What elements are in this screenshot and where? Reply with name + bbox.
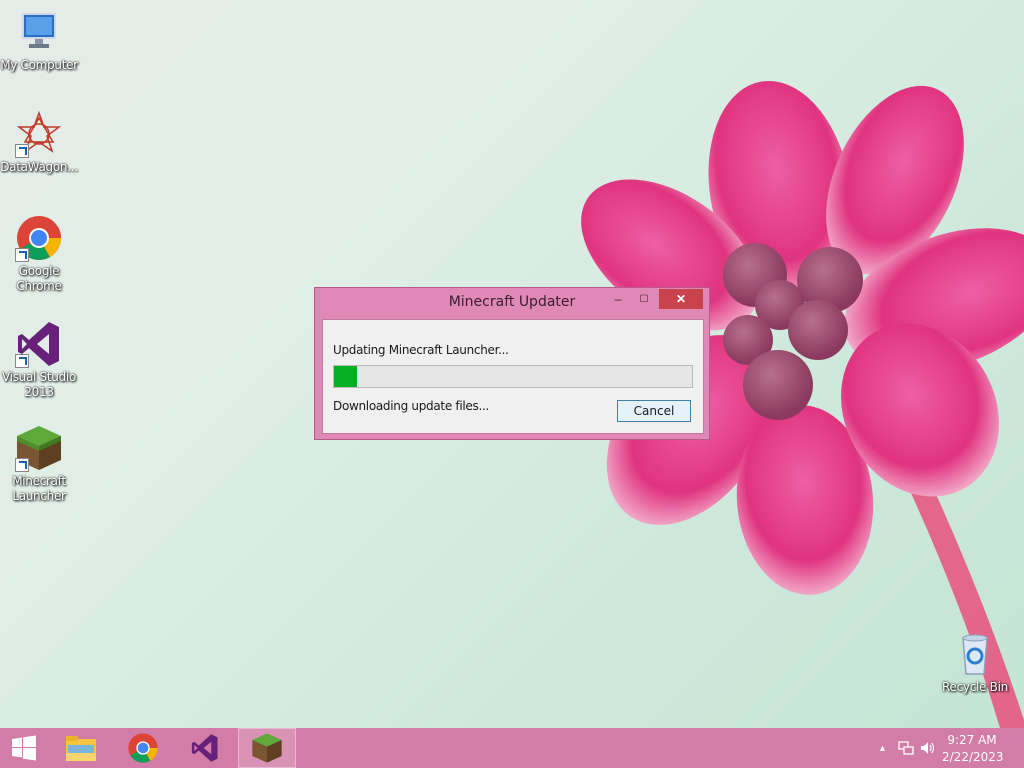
close-icon: ✕ xyxy=(675,292,687,306)
maximize-button[interactable]: ☐ xyxy=(631,289,657,309)
recycle-bin-icon xyxy=(951,630,999,678)
desktop-icon-label: Minecraft Launcher xyxy=(12,474,66,503)
taskbar-file-explorer[interactable] xyxy=(52,728,110,768)
desktop-icon-label: Visual Studio 2013 xyxy=(2,370,76,399)
dialog-content: Updating Minecraft Launcher... Downloadi… xyxy=(322,319,704,434)
computer-icon xyxy=(15,8,63,56)
minimize-icon: ‒ xyxy=(614,292,622,306)
download-status-label: Downloading update files... xyxy=(333,399,489,413)
update-progress-bar xyxy=(333,365,693,388)
taskbar-google-chrome[interactable] xyxy=(114,728,172,768)
desktop-icon-label: Google Chrome xyxy=(16,264,62,293)
shortcut-arrow-icon xyxy=(15,458,29,472)
chrome-icon xyxy=(128,733,158,763)
minimize-button[interactable]: ‒ xyxy=(605,289,631,309)
clock-date[interactable]: 2/22/2023 xyxy=(942,750,1004,764)
visual-studio-icon xyxy=(191,734,218,762)
show-hidden-icons-chevron-icon[interactable]: ▲ xyxy=(878,743,887,753)
visual-studio-icon xyxy=(15,320,63,368)
desktop-icon-label: Recycle Bin xyxy=(942,680,1008,694)
minecraft-grass-block-icon xyxy=(15,424,63,472)
start-button[interactable] xyxy=(0,728,48,768)
update-status-label: Updating Minecraft Launcher... xyxy=(333,343,509,357)
desktop-icon-recycle-bin[interactable]: Recycle Bin xyxy=(936,630,1014,695)
network-icon[interactable] xyxy=(898,740,914,756)
desktop-icon-datawagon[interactable]: DataWagon... xyxy=(0,110,78,175)
folder-icon xyxy=(66,736,96,761)
shortcut-arrow-icon xyxy=(15,248,29,262)
windows-logo-icon xyxy=(12,735,36,761)
progress-bar-fill xyxy=(334,366,358,387)
taskbar: ▲ 9:27 AM 2/22/2023 xyxy=(0,728,1024,768)
system-tray: ▲ 9:27 AM 2/22/2023 xyxy=(864,728,1024,768)
close-button[interactable]: ✕ xyxy=(659,289,703,309)
desktop-icon-label: My Computer xyxy=(0,58,78,72)
taskbar-minecraft-launcher[interactable] xyxy=(238,728,296,768)
volume-icon[interactable] xyxy=(920,740,936,756)
desktop-icon-label: DataWagon... xyxy=(0,160,78,174)
desktop-icon-visual-studio[interactable]: Visual Studio 2013 xyxy=(0,320,78,400)
maximize-icon: ☐ xyxy=(639,293,649,305)
cancel-button[interactable]: Cancel xyxy=(617,400,691,422)
shortcut-arrow-icon xyxy=(15,354,29,368)
taskbar-visual-studio[interactable] xyxy=(176,728,234,768)
minecraft-grass-block-icon xyxy=(252,733,282,763)
chrome-icon xyxy=(15,214,63,262)
shortcut-arrow-icon xyxy=(15,144,29,158)
desktop-icon-my-computer[interactable]: My Computer xyxy=(0,8,78,73)
desktop-icon-google-chrome[interactable]: Google Chrome xyxy=(0,214,78,294)
updater-window: Minecraft Updater ‒ ☐ ✕ Updating Minecra… xyxy=(314,287,710,440)
datawagon-icon xyxy=(15,110,63,158)
desktop-icon-minecraft-launcher[interactable]: Minecraft Launcher xyxy=(0,424,78,504)
clock-time[interactable]: 9:27 AM xyxy=(942,733,1002,747)
